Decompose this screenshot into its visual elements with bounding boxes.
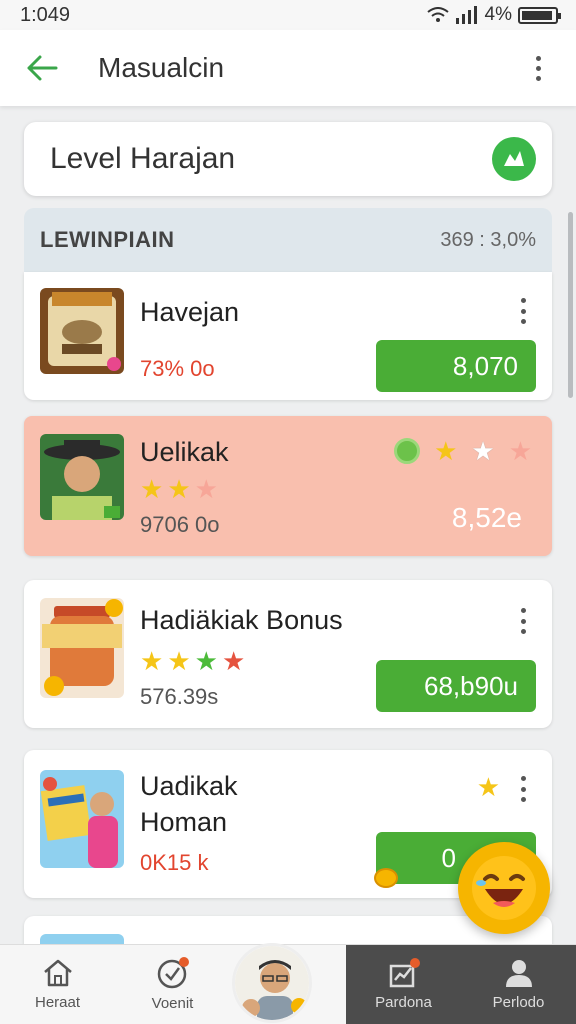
status-time: 1:049 <box>20 3 71 26</box>
star-icon: ★ <box>167 646 191 676</box>
item-rating: ★ <box>477 774 500 800</box>
home-icon <box>43 959 72 987</box>
overflow-menu-button[interactable] <box>528 48 548 88</box>
level-badge-icon[interactable] <box>492 137 536 181</box>
nav-label: Pardona <box>375 994 432 1011</box>
item-badges: ★ ★ ★ <box>394 438 532 464</box>
section-stat: 369 : 3,0% <box>440 228 536 251</box>
star-icon: ★ <box>476 772 500 802</box>
list-item[interactable]: Hadiäkiak Bonus ★ ★ ★ ★ 576.39s 68,b90u <box>24 580 552 728</box>
nav-label: Perlodo <box>492 994 545 1011</box>
battery-percent: 4% <box>484 4 512 25</box>
star-icon: ★ <box>140 474 164 504</box>
item-name: Uelikak <box>140 437 229 467</box>
item-name-line2: Homan <box>140 807 228 837</box>
status-bar: 1:049 4% <box>0 0 576 30</box>
nav-label: Voenit <box>151 995 194 1012</box>
item-name-line1: Uadikak <box>140 771 238 801</box>
nav-item-profile[interactable] <box>230 943 346 1024</box>
chart-icon <box>389 958 420 988</box>
level-card[interactable]: Level Harajan <box>24 122 552 196</box>
coin-icon <box>394 438 421 464</box>
star-icon: ★ <box>194 474 218 504</box>
item-thumbnail <box>40 288 124 374</box>
item-price[interactable]: 8,52e <box>452 502 522 534</box>
item-rating: ★ ★ ★ ★ <box>140 648 245 674</box>
nav-item-perlodo[interactable]: Perlodo <box>461 945 576 1024</box>
star-icon: ★ <box>434 436 458 466</box>
bottom-navigation: Heraat Voenit Pardona Perlodo <box>0 943 576 1024</box>
star-icon: ★ <box>221 646 246 676</box>
scrollbar[interactable] <box>568 212 573 398</box>
item-price-button[interactable]: 8,070 <box>376 340 536 392</box>
emoji-fab-button[interactable] <box>458 842 550 934</box>
level-title: Level Harajan <box>50 142 236 175</box>
item-menu-button[interactable] <box>518 608 528 634</box>
nav-label: Heraat <box>34 994 81 1011</box>
nav-item-voenit[interactable]: Voenit <box>115 945 230 1024</box>
star-icon: ★ <box>471 436 495 466</box>
page-title: Masualcin <box>98 52 225 83</box>
list-item[interactable]: Havejan 73% 0o 8,070 <box>24 272 552 400</box>
item-subtext: 0K15 k <box>140 850 209 875</box>
item-thumbnail <box>40 598 124 698</box>
profile-avatar[interactable] <box>232 943 312 1023</box>
status-icons: 4% <box>426 4 561 26</box>
person-icon <box>505 960 532 987</box>
star-icon: ★ <box>167 474 191 504</box>
item-name: Havejan <box>140 297 240 327</box>
item-price-button[interactable]: 68,b90u <box>376 660 536 712</box>
coin-icon <box>374 868 398 888</box>
item-thumbnail <box>40 434 124 520</box>
item-rating: ★ ★ ★ <box>140 476 218 502</box>
item-thumbnail <box>40 770 124 868</box>
battery-icon <box>518 6 561 24</box>
star-icon: ★ <box>194 646 218 676</box>
laughing-face-icon <box>472 856 536 920</box>
app-bar: Masualcin <box>0 30 576 106</box>
arrow-left-icon <box>27 55 58 81</box>
back-button[interactable] <box>22 48 62 88</box>
section-title: LEWINPIAIN <box>40 227 175 252</box>
star-icon: ★ <box>508 436 532 466</box>
item-subtext: 73% 0o <box>140 356 215 381</box>
nav-item-pardona[interactable]: Pardona <box>346 945 461 1024</box>
wifi-icon <box>426 7 449 22</box>
signal-icon <box>455 6 477 24</box>
item-menu-button[interactable] <box>518 776 528 802</box>
item-subtext: 576.39s <box>140 684 219 709</box>
list-item[interactable]: Uelikak ★ ★ ★ 9706 0o ★ ★ ★ 8,52e <box>24 416 552 556</box>
item-menu-button[interactable] <box>518 298 528 324</box>
item-subtext: 9706 0o <box>140 512 220 537</box>
item-name: Hadiäkiak Bonus <box>140 605 343 635</box>
check-badge-icon <box>157 957 189 989</box>
section-header: LEWINPIAIN 369 : 3,0% <box>24 208 552 272</box>
star-icon: ★ <box>140 646 164 676</box>
nav-item-home[interactable]: Heraat <box>0 945 115 1024</box>
